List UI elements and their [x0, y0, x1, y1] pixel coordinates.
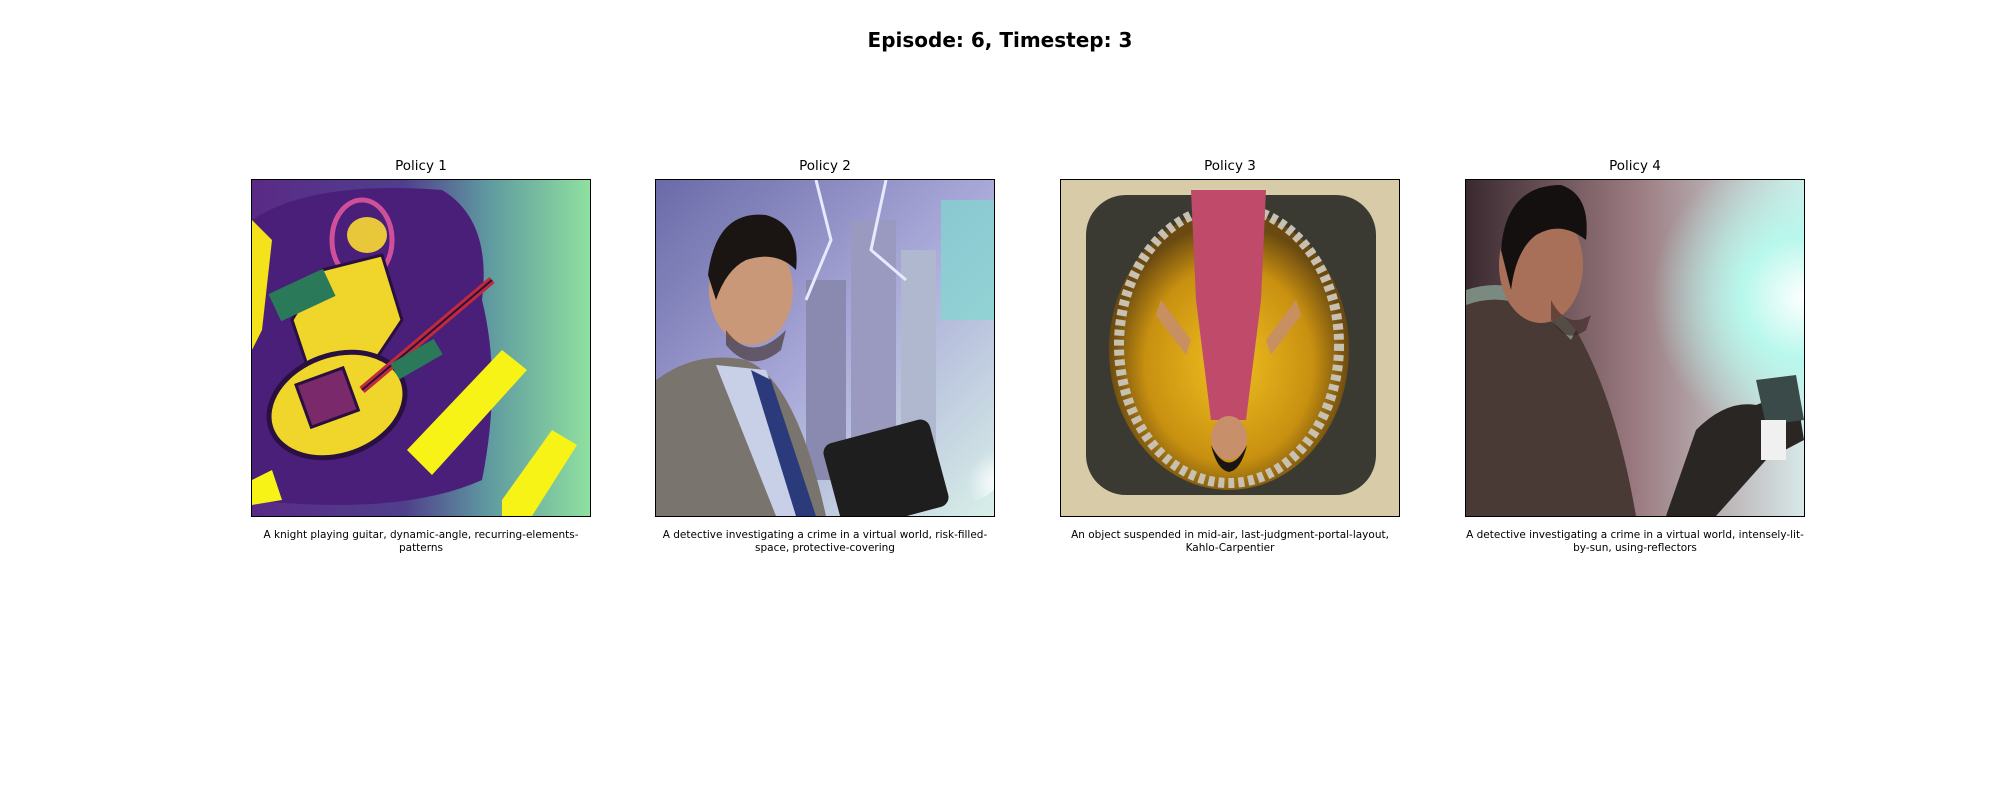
detective-with-tablet-city-render — [656, 180, 994, 516]
policy-panel-3: Policy 3 An object suspended in mid-air,… — [1060, 157, 1400, 554]
detective-backlit-by-sun-render — [1466, 180, 1804, 516]
policy-panel-2: Policy 2 A detective investigating a cri… — [655, 157, 995, 554]
inverted-figure-in-golden-portal — [1061, 180, 1399, 516]
panel-title: Policy 1 — [395, 158, 447, 174]
panel-title: Policy 2 — [799, 158, 851, 174]
policy-panel-1: Policy 1 A knight playing guitar, dynami… — [251, 157, 591, 554]
policy-panel-4: Policy 4 A detective investigating a cri… — [1465, 157, 1805, 554]
panel-title: Policy 3 — [1204, 158, 1256, 174]
generated-image — [251, 179, 591, 517]
panel-caption: A detective investigating a crime in a v… — [662, 529, 988, 554]
generated-image — [655, 179, 995, 517]
panel-caption: A detective investigating a crime in a v… — [1466, 529, 1804, 554]
generated-image — [1060, 179, 1400, 517]
panel-caption: A knight playing guitar, dynamic-angle, … — [263, 529, 579, 554]
abstract-guitar-player-painting — [252, 180, 590, 516]
figure-title: Episode: 6, Timestep: 3 — [867, 28, 1133, 52]
panel-title: Policy 4 — [1609, 158, 1661, 174]
generated-image — [1465, 179, 1805, 517]
panel-caption: An object suspended in mid-air, last-jud… — [1071, 529, 1389, 554]
